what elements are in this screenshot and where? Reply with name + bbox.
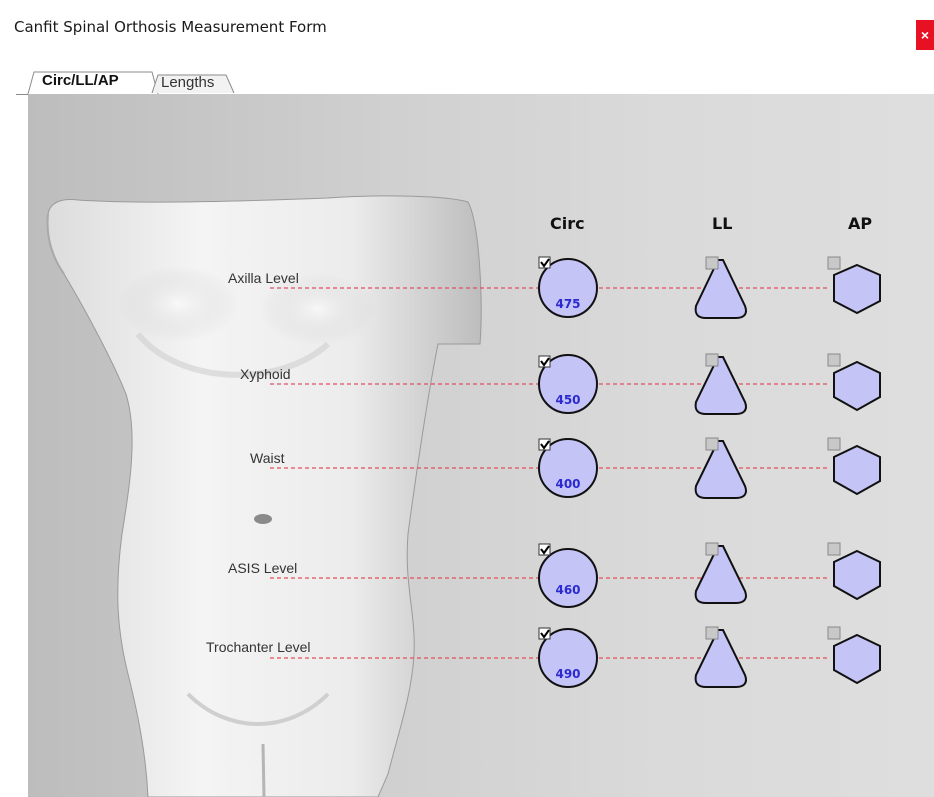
level-label-asis: ASIS Level <box>228 560 298 576</box>
waist-circ-value[interactable]: 400 <box>548 477 588 491</box>
xyphoid-ap-checkbox[interactable] <box>827 353 841 367</box>
waist-ll-shape[interactable] <box>694 440 747 499</box>
circ-ll-ap-panel: Circ LL AP Axilla Level Xyphoid Waist AS… <box>28 94 934 797</box>
level-label-trochanter: Trochanter Level <box>206 639 311 655</box>
measurement-rows-graphic <box>270 256 881 688</box>
asis-ap-shape[interactable] <box>833 549 881 601</box>
trochanter-ll-checkbox[interactable] <box>705 626 719 640</box>
axilla-circ-value[interactable]: 475 <box>548 297 588 311</box>
axilla-ap-checkbox[interactable] <box>827 256 841 270</box>
level-label-xyphoid: Xyphoid <box>240 366 291 382</box>
level-label-axilla: Axilla Level <box>228 270 299 286</box>
xyphoid-ll-shape[interactable] <box>694 356 747 415</box>
close-button[interactable]: × <box>916 20 934 50</box>
tab-lengths[interactable]: Lengths <box>161 74 214 91</box>
waist-ap-shape[interactable] <box>833 444 881 496</box>
xyphoid-ap-shape[interactable] <box>833 360 881 412</box>
level-label-waist: Waist <box>250 450 285 466</box>
title-bar: Canfit Spinal Orthosis Measurement Form … <box>0 0 934 58</box>
trochanter-circ-value[interactable]: 490 <box>548 667 588 681</box>
asis-circ-value[interactable]: 460 <box>548 583 588 597</box>
waist-ll-checkbox[interactable] <box>705 437 719 451</box>
axilla-ll-checkbox[interactable] <box>705 256 719 270</box>
waist-ap-checkbox[interactable] <box>827 437 841 451</box>
asis-ap-checkbox[interactable] <box>827 542 841 556</box>
asis-circ-shape[interactable] <box>538 548 598 608</box>
axilla-ap-shape[interactable] <box>833 263 881 315</box>
trochanter-ap-checkbox[interactable] <box>827 626 841 640</box>
window-title: Canfit Spinal Orthosis Measurement Form <box>14 18 327 36</box>
tab-circ-ll-ap[interactable]: Circ/LL/AP <box>42 72 119 89</box>
tab-strip: Circ/LL/AP Lengths <box>16 62 934 95</box>
trochanter-ll-shape[interactable] <box>694 629 747 688</box>
trochanter-ap-shape[interactable] <box>833 633 881 685</box>
xyphoid-circ-value[interactable]: 450 <box>548 393 588 407</box>
xyphoid-ll-checkbox[interactable] <box>705 353 719 367</box>
asis-ll-checkbox[interactable] <box>705 542 719 556</box>
asis-ll-shape[interactable] <box>694 545 747 604</box>
axilla-ll-shape[interactable] <box>694 259 747 319</box>
measurement-form-window: Canfit Spinal Orthosis Measurement Form … <box>0 0 934 797</box>
row-asis <box>270 542 881 608</box>
